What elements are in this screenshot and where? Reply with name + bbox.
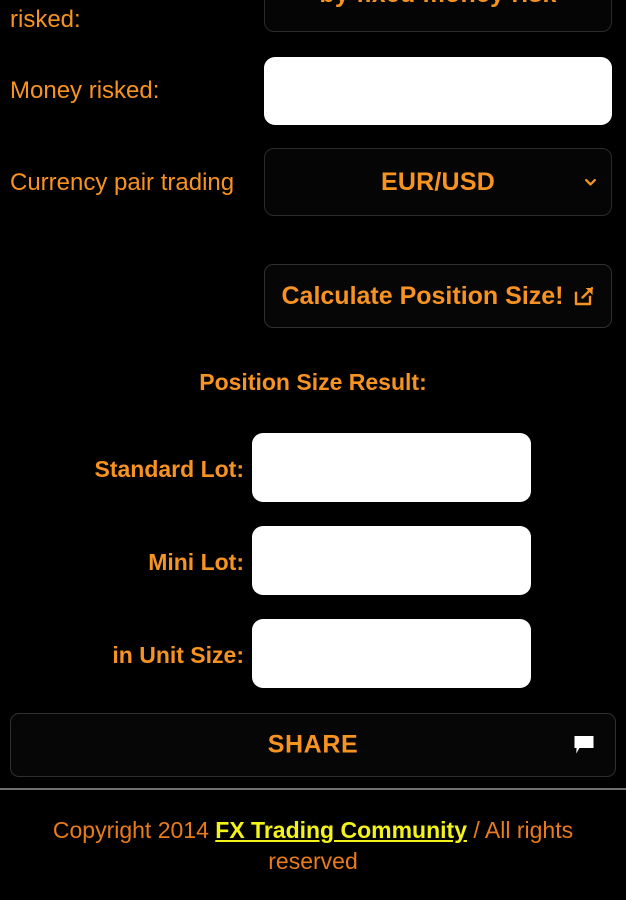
external-share-icon bbox=[573, 285, 595, 307]
footer-divider bbox=[0, 788, 626, 790]
currency-pair-value: EUR/USD bbox=[265, 168, 611, 197]
risk-mode-value: by fixed money risk bbox=[265, 0, 611, 9]
share-button-label: SHARE bbox=[11, 731, 615, 760]
calculate-button-label: Calculate Position Size! bbox=[281, 282, 563, 311]
standard-lot-label: Standard Lot: bbox=[0, 456, 244, 483]
risk-mode-label: risked: bbox=[0, 6, 250, 34]
calculate-position-size-button[interactable]: Calculate Position Size! bbox=[264, 264, 612, 328]
risk-mode-select[interactable]: by fixed money risk bbox=[264, 0, 612, 32]
page-root: risked: by fixed money risk Money risked… bbox=[0, 0, 626, 900]
comment-bubble-icon bbox=[573, 734, 595, 756]
money-risked-input[interactable] bbox=[264, 57, 612, 125]
fx-trading-community-link[interactable]: FX Trading Community bbox=[215, 817, 467, 843]
unit-size-label: in Unit Size: bbox=[0, 642, 244, 669]
position-size-result-heading: Position Size Result: bbox=[0, 369, 626, 396]
currency-pair-label: Currency pair trading bbox=[0, 169, 250, 197]
share-button[interactable]: SHARE bbox=[10, 713, 616, 777]
chevron-down-icon bbox=[584, 176, 597, 189]
standard-lot-output[interactable] bbox=[252, 433, 531, 502]
footer-copyright: Copyright 2014 FX Trading Community / Al… bbox=[0, 815, 626, 877]
mini-lot-output[interactable] bbox=[252, 526, 531, 595]
mini-lot-label: Mini Lot: bbox=[0, 549, 244, 576]
unit-size-output[interactable] bbox=[252, 619, 531, 688]
footer-prefix: Copyright 2014 bbox=[53, 817, 215, 843]
currency-pair-select[interactable]: EUR/USD bbox=[264, 148, 612, 216]
chevron-down-icon bbox=[584, 0, 597, 1]
money-risked-label: Money risked: bbox=[0, 77, 250, 105]
